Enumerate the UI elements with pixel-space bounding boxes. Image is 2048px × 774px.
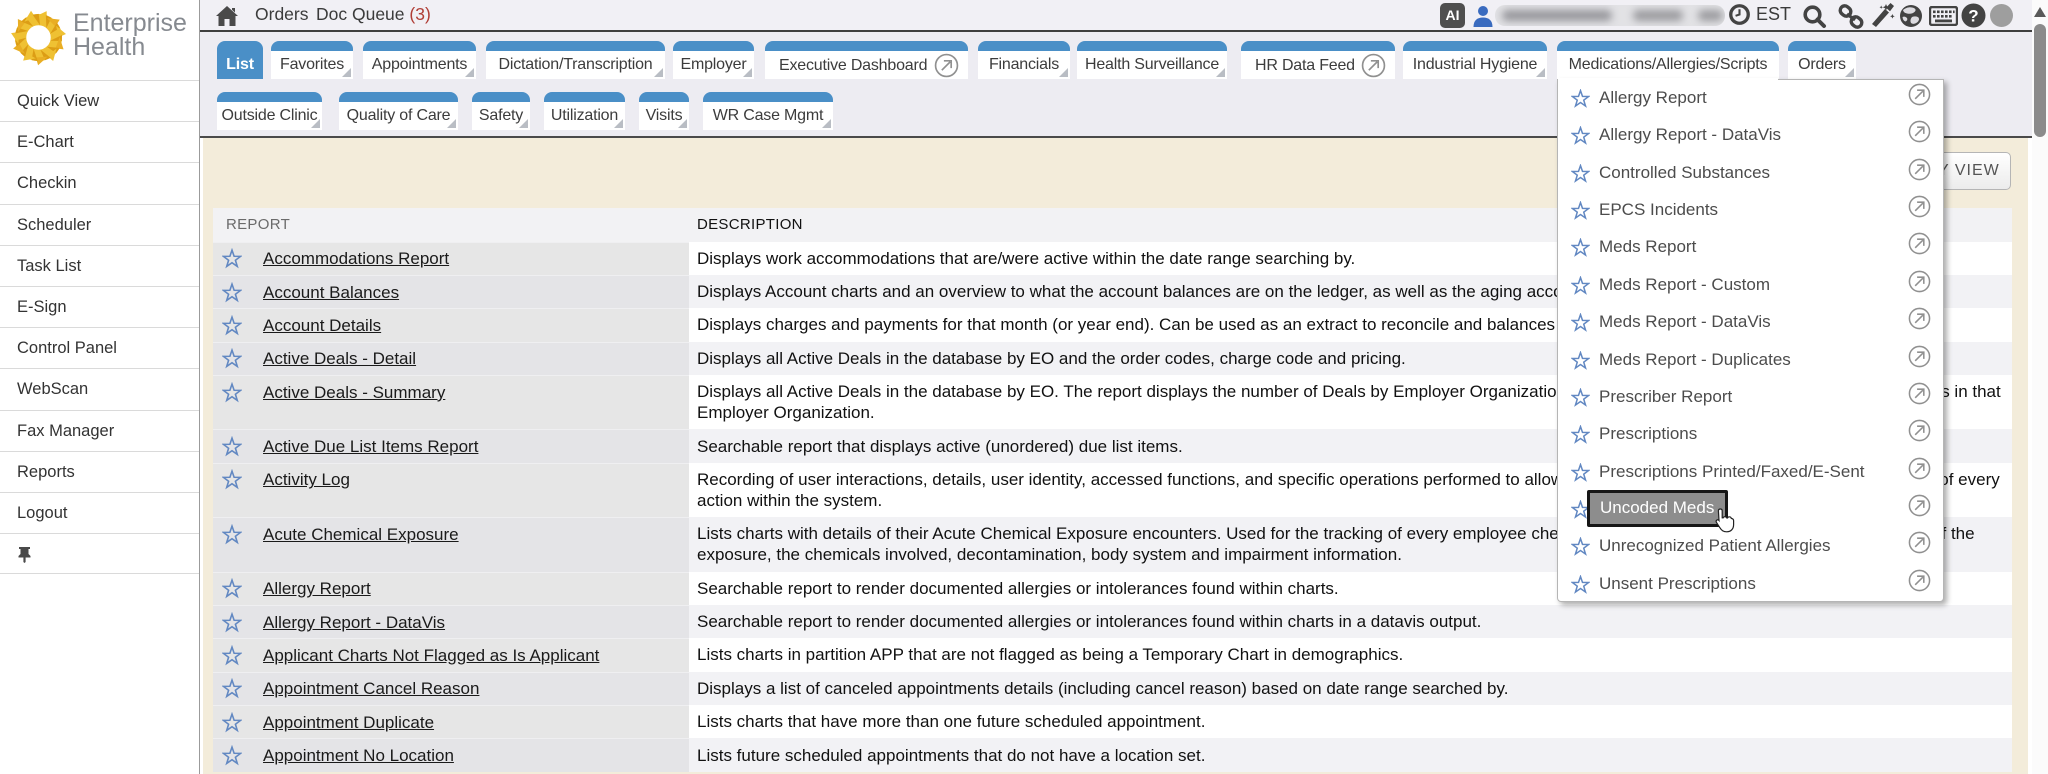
svg-text:?: ? (1968, 7, 1978, 26)
